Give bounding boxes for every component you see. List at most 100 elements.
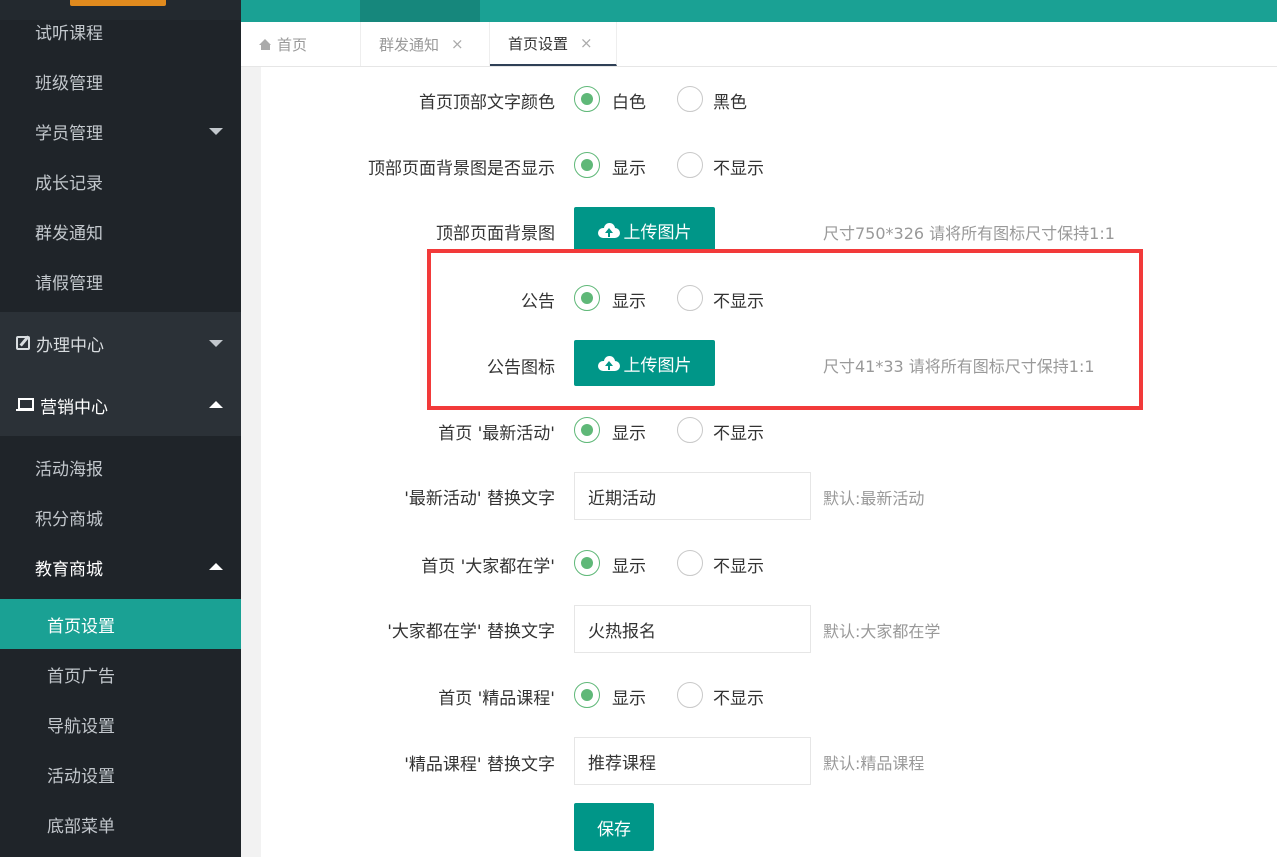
tab-label: 首页 [277,35,308,54]
sidebar-item-label: 首页设置 [47,616,115,637]
radio-featured-courses-show-label[interactable]: 显示 [612,684,646,709]
radio-white-label[interactable]: 白色 [612,88,646,113]
home-icon [259,38,272,50]
featured-courses-text-label: '精品课程' 替换文字 [404,755,555,775]
sidebar-item-label: 首页广告 [47,666,115,687]
sidebar-group-label: 营销中心 [40,397,108,418]
sidebar-item-label: 教育商城 [35,559,103,580]
sidebar-item-leave-management[interactable]: 请假管理 [0,256,241,306]
radio-notice-show[interactable] [574,285,600,311]
sidebar-group-office[interactable]: 办理中心 [0,312,241,374]
radio-latest-activity-hide[interactable] [677,417,703,443]
sidebar-item-label: 活动设置 [47,766,115,787]
sidebar-item-label: 底部菜单 [47,816,115,837]
laptop-icon [16,398,34,412]
sidebar-item-label: 试听课程 [35,23,103,44]
radio-featured-courses-hide[interactable] [677,682,703,708]
top-text-color-label: 首页顶部文字颜色 [419,93,555,113]
everyone-learning-text-label: '大家都在学' 替换文字 [387,622,555,642]
radio-everyone-learning-hide[interactable] [677,550,703,576]
tab-home[interactable]: 首页 [241,22,361,66]
sidebar-item-trial-course[interactable]: 试听课程 [0,6,241,56]
radio-bg-hide[interactable] [677,152,703,178]
chevron-down-icon [209,128,223,135]
sidebar-item-activity-poster[interactable]: 活动海报 [0,442,241,492]
sidebar-item-nav-settings[interactable]: 导航设置 [0,699,241,749]
radio-bg-show-label[interactable]: 显示 [612,154,646,179]
settings-form: 首页顶部文字颜色 白色 黑色 顶部页面背景图是否显示 显示 不显示 顶部页面背景… [261,67,1277,857]
cloud-upload-icon [597,355,620,371]
radio-black[interactable] [677,86,703,112]
sidebar-item-class-management[interactable]: 班级管理 [0,56,241,106]
upload-button-label: 上传图片 [623,222,692,243]
chevron-up-icon [209,401,223,408]
sidebar-item-points-mall[interactable]: 积分商城 [0,492,241,542]
radio-latest-activity-show[interactable] [574,417,600,443]
sidebar-item-activity-settings[interactable]: 活动设置 [0,749,241,799]
save-button[interactable]: 保存 [574,803,654,851]
sidebar-group-marketing[interactable]: 营销中心 [0,374,241,436]
notice-icon-label: 公告图标 [487,358,555,378]
everyone-learning-label: 首页 '大家都在学' [421,557,555,577]
chevron-down-icon [209,340,223,347]
sidebar-item-student-management[interactable]: 学员管理 [0,106,241,156]
chevron-up-icon [209,563,223,570]
radio-black-label[interactable]: 黑色 [713,88,747,113]
radio-bg-hide-label[interactable]: 不显示 [713,154,764,179]
featured-courses-text-input[interactable] [574,737,811,785]
sidebar-item-bulk-notice[interactable]: 群发通知 [0,206,241,256]
latest-activity-text-hint: 默认:最新活动 [823,489,925,508]
sidebar-item-bottom-menu[interactable]: 底部菜单 [0,799,241,849]
sidebar-item-label: 请假管理 [35,273,103,294]
sidebar-item-label: 群发通知 [35,223,103,244]
radio-notice-hide-label[interactable]: 不显示 [713,287,764,312]
sidebar-item-label: 学员管理 [35,123,103,144]
radio-everyone-learning-show[interactable] [574,550,600,576]
latest-activity-text-input[interactable] [574,472,811,520]
notice-label: 公告 [521,292,555,312]
sidebar-item-label: 积分商城 [35,509,103,530]
sidebar-item-home-ads[interactable]: 首页广告 [0,649,241,699]
close-icon[interactable]: × [580,34,593,52]
radio-everyone-learning-show-label[interactable]: 显示 [612,552,646,577]
radio-everyone-learning-hide-label[interactable]: 不显示 [713,552,764,577]
radio-notice-show-label[interactable]: 显示 [612,287,646,312]
notice-icon-hint: 尺寸41*33 请将所有图标尺寸保持1:1 [823,357,1095,376]
sidebar-item-label: 班级管理 [35,73,103,94]
latest-activity-text-label: '最新活动' 替换文字 [404,489,555,509]
sidebar-item-label: 活动海报 [35,459,103,480]
radio-notice-hide[interactable] [677,285,703,311]
bg-image-label: 顶部页面背景图 [436,224,555,244]
edit-icon [16,336,30,350]
sidebar-item-education-mall[interactable]: 教育商城 [0,542,241,592]
radio-bg-show[interactable] [574,152,600,178]
tab-bulk-notice[interactable]: 群发通知 × [361,22,490,66]
radio-latest-activity-show-label[interactable]: 显示 [612,419,646,444]
upload-notice-icon-button[interactable]: 上传图片 [574,340,715,386]
tab-bar: 首页 群发通知 × 首页设置 × [241,22,1277,67]
sidebar-item-label: 成长记录 [35,173,103,194]
tab-label: 群发通知 [379,35,440,54]
radio-featured-courses-hide-label[interactable]: 不显示 [713,684,764,709]
radio-latest-activity-hide-label[interactable]: 不显示 [713,419,764,444]
sidebar-item-home-settings[interactable]: 首页设置 [0,599,241,649]
sidebar-group-label: 办理中心 [36,335,104,356]
close-icon[interactable]: × [451,35,464,53]
featured-courses-label: 首页 '精品课程' [438,689,555,709]
tab-label: 首页设置 [508,34,569,53]
bg-image-hint: 尺寸750*326 请将所有图标尺寸保持1:1 [823,224,1115,243]
header-active-nav[interactable] [360,0,480,22]
upload-bg-image-button[interactable]: 上传图片 [574,207,715,253]
everyone-learning-text-hint: 默认:大家都在学 [823,622,941,641]
radio-featured-courses-show[interactable] [574,682,600,708]
latest-activity-label: 首页 '最新活动' [438,424,555,444]
tab-home-settings[interactable]: 首页设置 × [490,22,617,66]
featured-courses-text-hint: 默认:精品课程 [823,754,925,773]
sidebar-item-growth-record[interactable]: 成长记录 [0,156,241,206]
radio-white[interactable] [574,86,600,112]
upload-button-label: 上传图片 [623,355,692,376]
sidebar-item-label: 导航设置 [47,716,115,737]
everyone-learning-text-input[interactable] [574,605,811,653]
sidebar: 试听课程 班级管理 学员管理 成长记录 群发通知 请假管理 办理中心 营销中心 … [0,0,241,857]
top-header [241,0,1277,22]
